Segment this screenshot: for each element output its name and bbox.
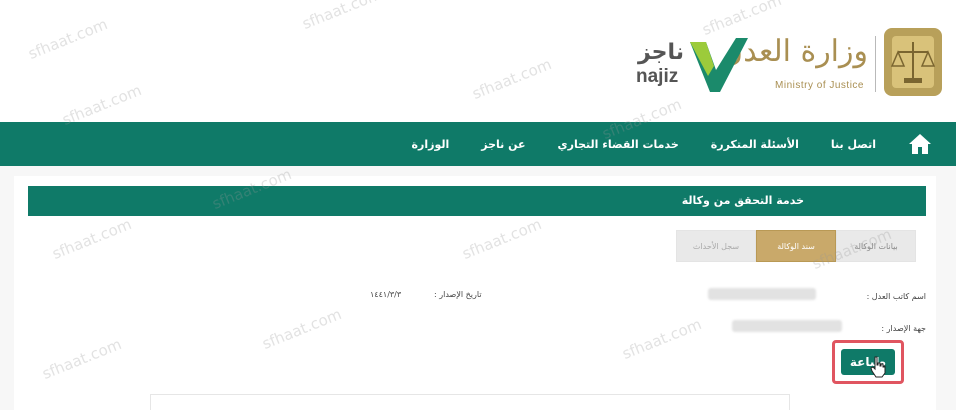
najiz-name-arabic: ناجز <box>638 40 685 65</box>
page: وزارة العدل Ministry of Justice ناجز naj… <box>0 0 956 410</box>
nav-item-commercial-services[interactable]: خدمات القضاء التجاري <box>558 138 679 151</box>
hand-cursor-icon <box>870 356 886 378</box>
tab-power-of-attorney-details[interactable]: بيانات الوكالة <box>836 230 916 262</box>
issue-date-label: تاريخ الإصدار : <box>434 290 482 299</box>
nav-item-faq[interactable]: الأسئلة المتكررة <box>711 138 799 151</box>
site-header: وزارة العدل Ministry of Justice ناجز naj… <box>0 0 956 122</box>
nav-items: الوزارة عن ناجز خدمات القضاء التجاري الأ… <box>412 122 876 166</box>
najiz-check-icon <box>690 38 748 92</box>
issuer-value-blurred <box>732 320 842 332</box>
print-button-highlight: طباعة <box>832 340 904 384</box>
ministry-of-justice-logo[interactable]: وزارة العدل Ministry of Justice <box>721 28 942 100</box>
najiz-logo[interactable]: ناجز najiz <box>630 36 750 96</box>
tabs: سجل الأحداث سند الوكالة بيانات الوكالة <box>676 230 916 262</box>
notary-name-label: اسم كاتب العدل : <box>866 292 926 301</box>
home-icon[interactable] <box>908 132 932 156</box>
nav-item-ministry[interactable]: الوزارة <box>412 138 450 151</box>
main-navbar: الوزارة عن ناجز خدمات القضاء التجاري الأ… <box>0 122 956 166</box>
deed-preview-panel <box>150 394 790 410</box>
issue-date-value: ١٤٤١/٣/٣ <box>370 290 402 299</box>
service-title: خدمة التحقق من وكالة <box>28 186 926 216</box>
notary-name-value-blurred <box>708 288 816 300</box>
service-content: خدمة التحقق من وكالة سجل الأحداث سند الو… <box>14 176 936 410</box>
ministry-emblem-icon <box>884 28 942 96</box>
ministry-name-english: Ministry of Justice <box>775 80 864 91</box>
nav-item-contact[interactable]: اتصل بنا <box>831 138 876 151</box>
nav-item-about-najiz[interactable]: عن ناجز <box>481 138 525 151</box>
najiz-name-english: najiz <box>636 66 679 87</box>
tab-events-log[interactable]: سجل الأحداث <box>676 230 756 262</box>
issuer-label: جهة الإصدار : <box>881 324 926 333</box>
tab-power-of-attorney-deed[interactable]: سند الوكالة <box>756 230 836 262</box>
print-button[interactable]: طباعة <box>841 349 895 375</box>
